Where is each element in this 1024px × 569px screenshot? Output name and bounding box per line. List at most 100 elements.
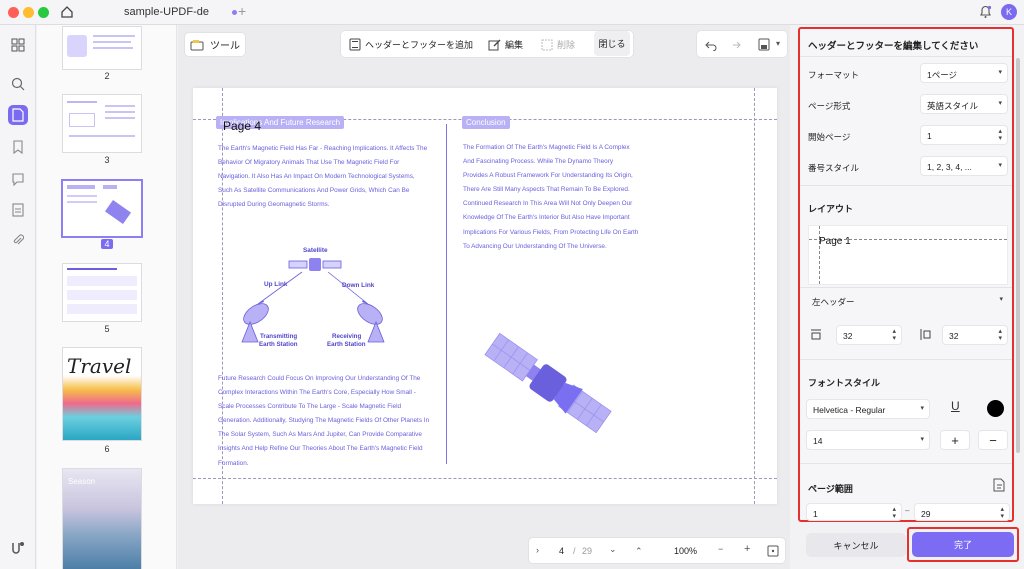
thumbnail-page-5[interactable]	[63, 264, 141, 321]
redo-icon[interactable]	[729, 39, 741, 51]
toolbox-icon	[190, 39, 204, 50]
home-icon[interactable]	[60, 5, 74, 19]
format-value: 1ページ	[927, 70, 958, 80]
header-position-value: 左ヘッダー	[812, 297, 855, 307]
stepper-icon: ▴ ▾	[998, 328, 1002, 342]
underline-icon[interactable]: U	[951, 399, 960, 413]
next-page-chevron-down-icon[interactable]: ⌄	[609, 544, 617, 555]
bell-icon[interactable]	[979, 5, 992, 19]
new-tab-plus-icon[interactable]: +	[238, 3, 246, 19]
stepper-icon: ▴ ▾	[892, 328, 896, 342]
range-from-stepper[interactable]: 1 ▴ ▾	[806, 503, 902, 521]
close-button[interactable]: 閉じる	[594, 31, 630, 56]
top-margin-stepper[interactable]: 32 ▴ ▾	[836, 325, 902, 345]
side-margin-stepper[interactable]: 32 ▴ ▾	[942, 325, 1008, 345]
column-divider	[446, 124, 447, 464]
header-footer-icon	[349, 38, 361, 51]
page-style-label: ページ形式	[808, 101, 851, 111]
cancel-button[interactable]: キャンセル	[806, 533, 906, 557]
title-bar: sample-UPDF-de + K	[0, 0, 1024, 25]
layout-title: レイアウト	[808, 204, 854, 214]
delete-button[interactable]: 削除	[541, 38, 575, 51]
right-margin-guide	[754, 88, 755, 504]
avatar[interactable]: K	[1001, 4, 1017, 20]
decrease-font-size-button[interactable]: −	[978, 430, 1008, 450]
maximize-window-icon[interactable]	[38, 7, 49, 18]
format-label: フォーマット	[808, 70, 860, 80]
prev-page-chevron-up-icon[interactable]: ⌃	[635, 546, 643, 557]
chevron-down-icon: ▾	[920, 436, 924, 443]
side-margin-value: 32	[949, 331, 959, 341]
form-icon[interactable]	[8, 200, 28, 220]
page-style-select[interactable]: 英語スタイル ▾	[920, 94, 1008, 114]
font-family-value: Helvetica - Regular	[813, 405, 886, 415]
thumbnail-page-2[interactable]	[63, 27, 141, 69]
edit-icon	[488, 39, 501, 50]
done-button[interactable]: 完了	[912, 532, 1014, 557]
stepper-icon: ▴ ▾	[892, 506, 896, 520]
bookmark-icon[interactable]	[8, 137, 28, 157]
header-text-preview[interactable]: Page 4	[223, 119, 261, 133]
thumbnail-page-7[interactable]: Season	[63, 469, 141, 569]
close-window-icon[interactable]	[8, 7, 19, 18]
diagram-downlink-label: Down Link	[342, 282, 375, 289]
zoom-in-icon[interactable]: +	[744, 543, 750, 555]
layout-guide-v	[819, 226, 820, 284]
diagram-receiving-sub: Earth Station	[327, 341, 366, 348]
font-size-value: 14	[813, 436, 823, 446]
number-style-select[interactable]: 1, 2, 3, 4, ... ▾	[920, 156, 1008, 176]
search-icon[interactable]	[8, 74, 28, 94]
thumbnail-season-title: Season	[68, 477, 96, 486]
diagram-transmitting-sub: Earth Station	[259, 341, 298, 348]
undo-icon[interactable]	[705, 39, 717, 51]
font-color-swatch[interactable]	[987, 400, 1004, 417]
minimize-window-icon[interactable]	[23, 7, 34, 18]
save-chevron-down-icon[interactable]: ▾	[776, 39, 780, 48]
attachment-icon[interactable]	[8, 230, 28, 250]
edit-button[interactable]: 編集	[488, 38, 523, 51]
page-separator: /	[573, 546, 576, 556]
thumbnail-page-4[interactable]	[63, 181, 141, 236]
satellite-diagram	[241, 258, 385, 343]
divider	[800, 463, 1012, 464]
range-to-stepper[interactable]: 29 ▴ ▾	[914, 503, 1010, 521]
number-style-label: 番号スタイル	[808, 163, 860, 173]
range-from-value: 1	[813, 509, 818, 519]
app-window: sample-UPDF-de + K 2 3 4 5 Travel 6 Seas…	[0, 0, 1024, 569]
font-size-select[interactable]: 14 ▾	[806, 430, 930, 450]
zoom-level[interactable]: 100%	[674, 546, 697, 556]
header-position-select[interactable]: 左ヘッダー ▾	[806, 291, 1008, 311]
format-select[interactable]: 1ページ ▾	[920, 63, 1008, 83]
tool-button-label: ツール	[210, 41, 240, 52]
increase-font-size-button[interactable]: +	[940, 430, 970, 450]
range-dash: –	[905, 506, 910, 515]
thumbnails-grid-icon[interactable]	[8, 35, 28, 55]
layout-preview[interactable]: Page 1	[808, 225, 1008, 285]
font-family-select[interactable]: Helvetica - Regular ▾	[806, 399, 930, 419]
delete-icon	[541, 39, 553, 50]
save-icon[interactable]	[758, 38, 770, 51]
thumbnail-label: 2	[104, 71, 110, 81]
add-header-footer-button[interactable]: ヘッダーとフッターを追加	[349, 38, 473, 51]
zoom-out-icon[interactable]: −	[718, 544, 723, 554]
collapse-chevron-icon[interactable]: ›	[536, 545, 539, 555]
thumbnail-label-selected: 4	[37, 239, 177, 249]
page-range-settings-icon[interactable]	[992, 478, 1006, 492]
document-tab-title[interactable]: sample-UPDF-de	[124, 6, 209, 18]
comment-icon[interactable]	[8, 169, 28, 189]
fit-page-icon[interactable]	[767, 545, 779, 557]
chevron-down-icon: ▾	[998, 100, 1002, 107]
right-paragraph: The Formation Of The Earth's Magnetic Fi…	[463, 144, 639, 250]
tool-button[interactable]: ツール	[184, 32, 246, 57]
add-header-footer-label: ヘッダーとフッターを追加	[365, 40, 474, 50]
panel-scrollbar[interactable]	[1016, 58, 1020, 453]
start-page-stepper[interactable]: 1 ▴ ▾	[920, 125, 1008, 145]
thumbnail-page-3[interactable]	[63, 95, 141, 152]
left-tool-bar	[0, 25, 36, 569]
thumbnail-panel: 2 3 4 5 Travel 6 Season	[37, 25, 212, 569]
thumbnail-page-6[interactable]: Travel	[63, 348, 141, 440]
start-page-value: 1	[927, 131, 932, 141]
page-view-icon[interactable]	[8, 105, 28, 125]
current-page[interactable]: 4	[559, 546, 564, 556]
stepper-icon: ▴ ▾	[1000, 506, 1004, 520]
